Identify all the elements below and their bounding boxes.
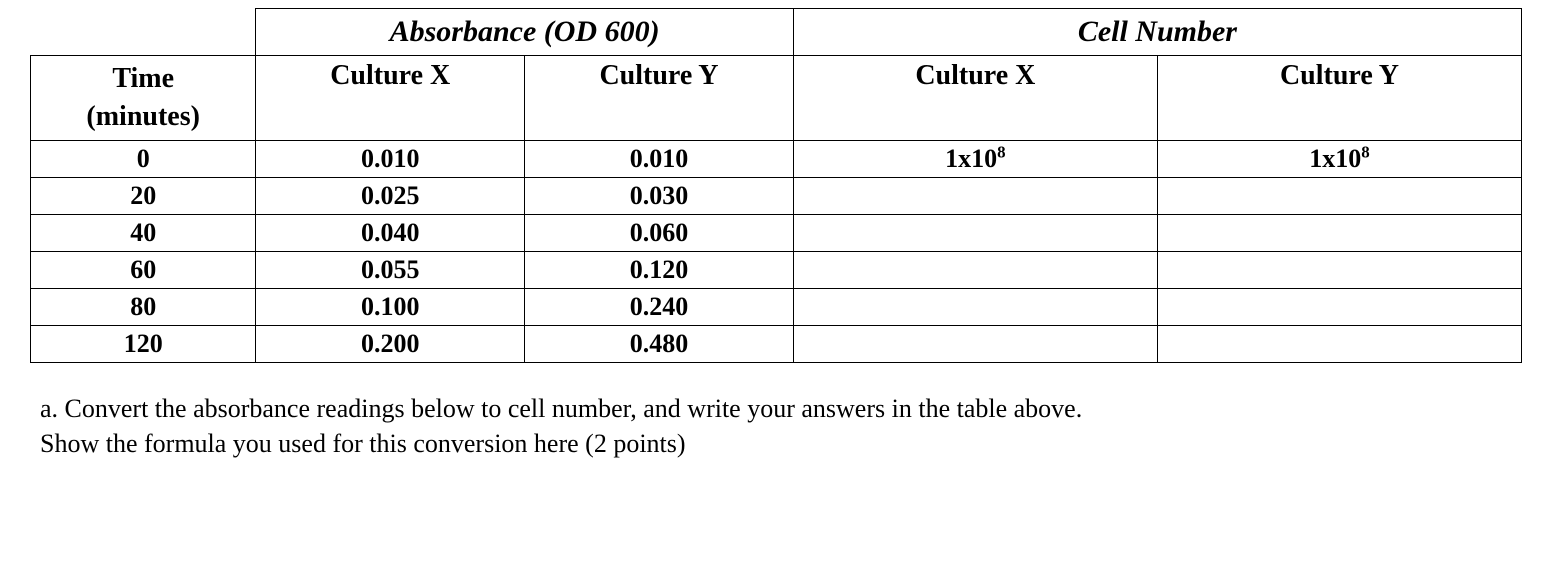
column-header-row: Time (minutes) Culture X Culture Y Cultu… — [31, 56, 1522, 141]
cell-num-y — [1157, 177, 1521, 214]
cell-abs-y: 0.030 — [525, 177, 794, 214]
cell-num-y — [1157, 251, 1521, 288]
col-header-time-line2: (minutes) — [86, 101, 200, 132]
col-header-time: Time (minutes) — [31, 56, 256, 141]
cell-time: 20 — [31, 177, 256, 214]
cell-num-y — [1157, 288, 1521, 325]
table-row: 80 0.100 0.240 — [31, 288, 1522, 325]
group-header-cell-number: Cell Number — [793, 9, 1521, 56]
cell-num-x — [793, 251, 1157, 288]
cell-num-y: 1x108 — [1157, 140, 1521, 177]
cell-abs-x: 0.040 — [256, 214, 525, 251]
table-row: 40 0.040 0.060 — [31, 214, 1522, 251]
cell-abs-y: 0.480 — [525, 325, 794, 362]
data-table: Absorbance (OD 600) Cell Number Time (mi… — [30, 8, 1522, 363]
table-body: 0 0.010 0.010 1x108 1x108 20 0.025 0.030… — [31, 140, 1522, 362]
group-header-absorbance: Absorbance (OD 600) — [256, 9, 793, 56]
cell-time: 60 — [31, 251, 256, 288]
cell-abs-x: 0.055 — [256, 251, 525, 288]
cell-time: 120 — [31, 325, 256, 362]
empty-corner-cell — [31, 9, 256, 56]
question-line1: a. Convert the absorbance readings below… — [40, 394, 1082, 423]
cell-time: 40 — [31, 214, 256, 251]
cell-num-x — [793, 214, 1157, 251]
table-row: 0 0.010 0.010 1x108 1x108 — [31, 140, 1522, 177]
col-header-cell-y: Culture Y — [1157, 56, 1521, 141]
cell-abs-x: 0.200 — [256, 325, 525, 362]
cell-num-x — [793, 288, 1157, 325]
cell-abs-y: 0.060 — [525, 214, 794, 251]
question-line2: Show the formula you used for this conve… — [40, 429, 686, 458]
cell-num-y — [1157, 325, 1521, 362]
cell-abs-y: 0.240 — [525, 288, 794, 325]
col-header-cell-x: Culture X — [793, 56, 1157, 141]
col-header-abs-y: Culture Y — [525, 56, 794, 141]
cell-num-x: 1x108 — [793, 140, 1157, 177]
cell-time: 80 — [31, 288, 256, 325]
cell-num-y — [1157, 214, 1521, 251]
cell-time: 0 — [31, 140, 256, 177]
question-text: a. Convert the absorbance readings below… — [30, 391, 1522, 461]
cell-num-x — [793, 325, 1157, 362]
group-header-row: Absorbance (OD 600) Cell Number — [31, 9, 1522, 56]
cell-abs-y: 0.120 — [525, 251, 794, 288]
col-header-time-line1: Time — [112, 63, 174, 94]
table-row: 60 0.055 0.120 — [31, 251, 1522, 288]
table-row: 20 0.025 0.030 — [31, 177, 1522, 214]
cell-abs-x: 0.100 — [256, 288, 525, 325]
cell-abs-x: 0.010 — [256, 140, 525, 177]
cell-abs-x: 0.025 — [256, 177, 525, 214]
table-row: 120 0.200 0.480 — [31, 325, 1522, 362]
cell-abs-y: 0.010 — [525, 140, 794, 177]
cell-num-x — [793, 177, 1157, 214]
col-header-abs-x: Culture X — [256, 56, 525, 141]
